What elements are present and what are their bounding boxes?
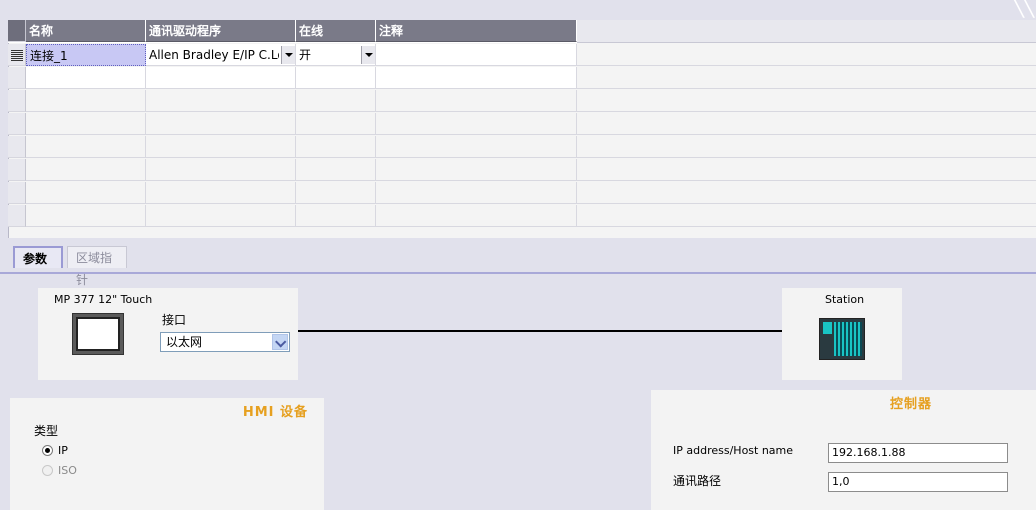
cell-name[interactable]: 连接_1 bbox=[26, 44, 146, 66]
table-row-empty bbox=[8, 205, 1036, 228]
table-row[interactable]: 连接_1 Allen Bradley E/IP C.Logix 开 bbox=[8, 44, 1036, 67]
connection-line bbox=[298, 330, 782, 332]
column-header-driver[interactable]: 通讯驱动程序 bbox=[146, 20, 296, 42]
column-header-online[interactable]: 在线 bbox=[296, 20, 376, 42]
row-header bbox=[8, 136, 26, 158]
plc-station-icon bbox=[819, 318, 865, 360]
comm-path-label: 通讯路径 bbox=[673, 474, 722, 488]
radio-ip[interactable] bbox=[42, 445, 53, 456]
cell-empty[interactable] bbox=[26, 67, 146, 89]
station-box: Station bbox=[782, 288, 902, 380]
cell-empty[interactable] bbox=[376, 67, 577, 89]
row-filler bbox=[577, 67, 1036, 89]
controller-panel-title: 控制器 bbox=[890, 397, 933, 412]
type-label: 类型 bbox=[34, 424, 59, 438]
cell-empty bbox=[376, 113, 577, 135]
connections-grid: ╲╲ 名称 通讯驱动程序 在线 注释 连接_1 Allen Bradley E/… bbox=[0, 0, 1036, 238]
row-header[interactable] bbox=[8, 44, 26, 66]
cell-empty bbox=[296, 136, 376, 158]
hmi-device-title: MP 377 12" Touch bbox=[54, 293, 153, 306]
row-filler bbox=[577, 90, 1036, 112]
cell-empty bbox=[146, 136, 296, 158]
row-filler bbox=[577, 205, 1036, 227]
cell-empty bbox=[146, 205, 296, 227]
interface-label: 接口 bbox=[162, 313, 187, 327]
row-filler bbox=[577, 136, 1036, 158]
row-filler bbox=[577, 113, 1036, 135]
comm-path-input[interactable]: 1,0 bbox=[828, 472, 1008, 492]
row-header[interactable] bbox=[8, 67, 26, 89]
cell-empty bbox=[146, 90, 296, 112]
cell-empty bbox=[146, 113, 296, 135]
row-filler bbox=[577, 182, 1036, 204]
cell-empty bbox=[376, 159, 577, 181]
cell-empty bbox=[26, 90, 146, 112]
cell-empty bbox=[376, 90, 577, 112]
cell-empty bbox=[26, 182, 146, 204]
cell-empty bbox=[376, 182, 577, 204]
station-title: Station bbox=[825, 293, 865, 306]
radio-iso-label: ISO bbox=[58, 464, 77, 477]
controller-panel: 控制器 IP address/Host name 192.168.1.88 通讯… bbox=[651, 390, 1036, 510]
column-header-filler bbox=[577, 20, 1036, 43]
cell-empty bbox=[296, 159, 376, 181]
online-dropdown-button[interactable] bbox=[361, 46, 375, 64]
cell-empty bbox=[296, 113, 376, 135]
row-selector-icon bbox=[11, 50, 23, 61]
cell-driver[interactable]: Allen Bradley E/IP C.Logix bbox=[146, 44, 296, 66]
driver-dropdown-button[interactable] bbox=[281, 46, 295, 64]
cell-empty bbox=[296, 205, 376, 227]
cell-empty bbox=[146, 182, 296, 204]
cell-empty[interactable] bbox=[146, 67, 296, 89]
cell-empty bbox=[26, 159, 146, 181]
row-header bbox=[8, 182, 26, 204]
table-row-empty bbox=[8, 90, 1036, 113]
interface-select[interactable]: 以太网 bbox=[160, 332, 290, 352]
table-row-empty bbox=[8, 182, 1036, 205]
row-header bbox=[8, 113, 26, 135]
row-header bbox=[8, 90, 26, 112]
tab-parameters[interactable]: 参数 bbox=[13, 246, 63, 268]
row-filler bbox=[577, 44, 1036, 66]
cell-empty bbox=[146, 159, 296, 181]
column-header-name[interactable]: 名称 bbox=[26, 20, 146, 42]
hmi-settings-panel: HMI 设备 类型 IP ISO bbox=[10, 398, 324, 510]
top-strip: ╲╲ bbox=[0, 0, 1036, 20]
table-row-empty bbox=[8, 136, 1036, 159]
tab-bar: 参数 区域指针 bbox=[0, 238, 1036, 287]
cell-empty bbox=[26, 113, 146, 135]
grid-corner-cell[interactable] bbox=[8, 20, 26, 42]
chevron-down-icon[interactable] bbox=[272, 334, 288, 350]
ip-address-input[interactable]: 192.168.1.88 bbox=[828, 443, 1008, 463]
radio-ip-label: IP bbox=[58, 444, 68, 457]
ip-address-label: IP address/Host name bbox=[673, 444, 794, 457]
cell-empty[interactable] bbox=[296, 67, 376, 89]
column-header-comment[interactable]: 注释 bbox=[376, 20, 577, 42]
cell-empty bbox=[26, 205, 146, 227]
hmi-panel-title: HMI 设备 bbox=[242, 405, 308, 420]
touch-panel-icon bbox=[72, 313, 124, 355]
cell-empty bbox=[296, 182, 376, 204]
tab-area-pointers[interactable]: 区域指针 bbox=[67, 246, 127, 287]
window-corner-icon: ╲╲ bbox=[1011, 0, 1034, 18]
cell-empty bbox=[376, 136, 577, 158]
radio-iso bbox=[42, 465, 53, 476]
cell-online[interactable]: 开 bbox=[296, 44, 376, 66]
row-filler bbox=[577, 159, 1036, 181]
table-row-empty bbox=[8, 159, 1036, 182]
grid-header-row: 名称 通讯驱动程序 在线 注释 bbox=[8, 20, 1036, 43]
table-row-empty bbox=[8, 113, 1036, 136]
row-header bbox=[8, 159, 26, 181]
table-row-empty[interactable] bbox=[8, 67, 1036, 90]
cell-empty bbox=[376, 205, 577, 227]
cell-empty bbox=[296, 90, 376, 112]
cell-comment[interactable] bbox=[376, 44, 577, 66]
row-header bbox=[8, 205, 26, 227]
cell-empty bbox=[26, 136, 146, 158]
